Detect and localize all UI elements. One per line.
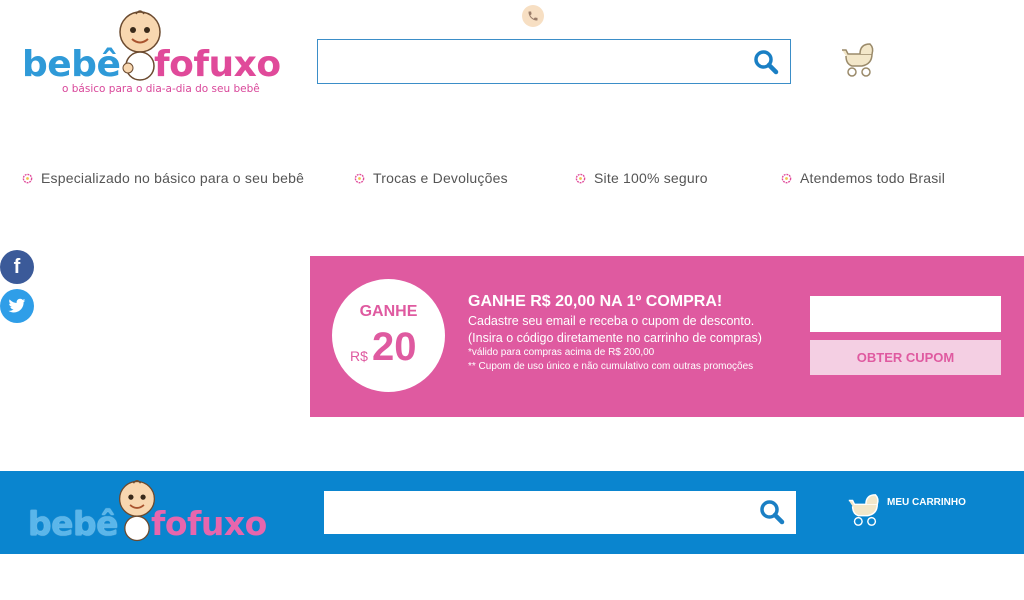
twitter-icon (8, 298, 26, 313)
header-search-input[interactable] (318, 40, 790, 83)
phone-button[interactable] (522, 5, 544, 27)
feature-label: Especializado no básico para o seu bebê (41, 170, 305, 186)
get-coupon-button[interactable]: OBTER CUPOM (810, 340, 1001, 375)
phone-icon (528, 11, 538, 21)
promo-title: GANHE R$ 20,00 NA 1º COMPRA! (468, 293, 723, 310)
coupon-email-input[interactable] (810, 296, 1001, 332)
site-logo[interactable]: bebê fofuxo o básico para o dia-a-dia do… (22, 8, 286, 100)
features-row: Especializado no básico para o seu bebê … (0, 166, 1024, 190)
feature-label: Trocas e Devoluções (373, 170, 508, 186)
feature-label: Atendemos todo Brasil (800, 170, 946, 186)
feature-item: Especializado no básico para o seu bebê (22, 166, 304, 190)
facebook-button[interactable]: f (0, 250, 34, 284)
promo-badge: GANHE R$ 20 (332, 279, 445, 392)
feature-item: Trocas e Devoluções (354, 166, 508, 190)
coupon-promo-banner: GANHE R$ 20 GANHE R$ 20,00 NA 1º COMPRA!… (310, 256, 1024, 417)
facebook-icon: f (13, 255, 21, 278)
search-icon[interactable] (758, 498, 786, 526)
promo-text-line: Cadastre seu email e receba o cupom de d… (468, 314, 755, 328)
promo-text-line: (Insira o código diretamente no carrinho… (468, 331, 762, 345)
twitter-button[interactable] (0, 289, 34, 323)
feature-item: Site 100% seguro (575, 166, 708, 190)
cart-stroller-icon[interactable] (838, 42, 878, 78)
feature-item: Atendemos todo Brasil (781, 166, 945, 190)
promo-badge-top: GANHE (359, 303, 418, 320)
flower-bullet-icon (354, 173, 365, 183)
promo-badge-amount: 20 (372, 325, 417, 369)
footer-logo-text-fofuxo: fofuxo (151, 504, 267, 543)
logo-text-fofuxo: fofuxo (154, 44, 281, 85)
footer-search-input[interactable] (324, 491, 796, 534)
footer-logo[interactable]: bebê fofuxo (28, 478, 268, 548)
cart-stroller-icon[interactable] (845, 492, 883, 528)
my-cart-link[interactable]: MEU CARRINHO (887, 497, 966, 508)
feature-label: Site 100% seguro (594, 170, 708, 186)
flower-bullet-icon (781, 173, 792, 183)
header-search (317, 39, 791, 84)
footer-logo-text-bebe: bebê (28, 504, 119, 543)
flower-bullet-icon (575, 173, 586, 183)
flower-bullet-icon (22, 173, 33, 183)
search-icon[interactable] (752, 48, 780, 76)
logo-text-bebe: bebê (22, 44, 121, 85)
logo-tagline: o básico para o dia-a-dia do seu bebê (62, 83, 260, 95)
footer-search (324, 491, 796, 534)
promo-badge-currency: R$ (350, 348, 368, 364)
promo-note-line: *válido para compras acima de R$ 200,00 (468, 347, 655, 358)
promo-note-line: ** Cupom de uso único e não cumulativo c… (468, 361, 754, 372)
